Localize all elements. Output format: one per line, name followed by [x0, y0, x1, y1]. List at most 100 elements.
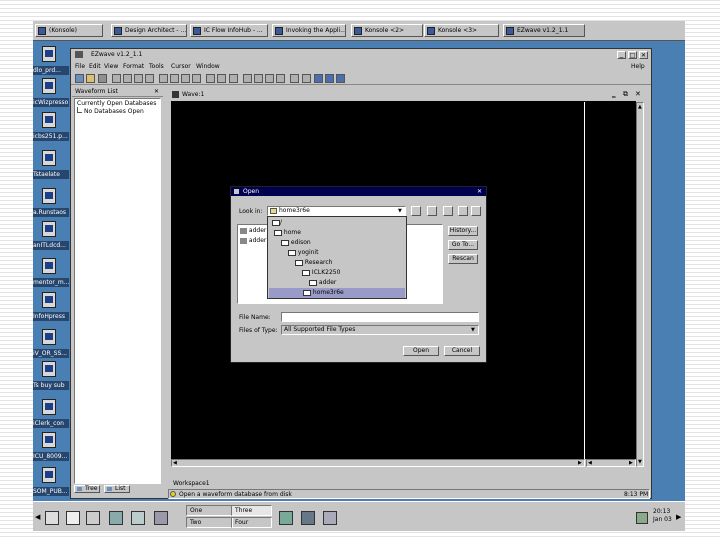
workspace-tab[interactable]: Workspace1 — [171, 480, 647, 488]
taskbar-item-invoking[interactable]: Invoking the Appli... — [272, 24, 346, 37]
copy-icon[interactable] — [123, 74, 132, 83]
file-item[interactable]: adder — [240, 237, 266, 244]
taskbar-item-konsole[interactable]: (Konsole) — [35, 24, 103, 37]
close-icon[interactable]: ✕ — [477, 187, 482, 196]
up-folder-icon[interactable] — [411, 206, 421, 216]
cancel-button[interactable]: Cancel — [444, 346, 480, 356]
look-in-select[interactable]: home3r6e ▼ — [267, 206, 406, 216]
tab-list[interactable]: List — [104, 485, 130, 493]
monitor-icon[interactable] — [109, 511, 123, 525]
cursor-horizontal-scrollbar[interactable]: ◀ ▶ — [586, 459, 636, 467]
zoom-in-icon[interactable] — [243, 74, 252, 83]
go-to-button[interactable]: Go To... — [448, 240, 478, 250]
desktop-icon[interactable]: InfoHpress — [33, 292, 69, 330]
wave-vertical-scrollbar[interactable]: ▲ ▼ — [636, 102, 644, 467]
chevron-down-icon[interactable]: ▼ — [398, 207, 402, 215]
wave-cursor-line[interactable] — [584, 102, 585, 459]
taskbar-item-design-architect[interactable]: Design Architect - ... — [111, 24, 187, 37]
scroll-right-icon[interactable]: ▶ — [629, 460, 633, 466]
desktop-icon[interactable]: ICU_8009... — [33, 432, 69, 470]
open-folder-icon[interactable] — [86, 74, 95, 83]
taskbar-item-ezwave[interactable]: EZwave v1.2_1.1 — [503, 24, 585, 37]
wave-horizontal-scrollbar[interactable]: ◀ ▶ — [171, 459, 585, 467]
network-icon[interactable] — [279, 511, 293, 525]
add-cursor-icon[interactable] — [206, 74, 215, 83]
grid-icon[interactable] — [290, 74, 299, 83]
close-icon[interactable]: ✕ — [639, 51, 648, 59]
menu-format[interactable]: Format — [123, 61, 144, 72]
desktop-icon[interactable]: icbs251.p... — [33, 112, 69, 150]
desktop-icon[interactable]: Tstaelate — [33, 150, 69, 188]
display-icon[interactable] — [154, 511, 168, 525]
history-button[interactable]: History... — [448, 226, 478, 236]
close-icon[interactable]: ✕ — [154, 86, 159, 97]
bus-icon[interactable] — [217, 74, 226, 83]
workspace-two[interactable]: Two — [186, 517, 233, 528]
desktop-icon[interactable]: Ts buy sub — [33, 361, 69, 399]
tile-icon[interactable] — [325, 74, 334, 83]
files-of-type-select[interactable]: All Supported File Types ▼ — [281, 325, 479, 335]
desktop-icon[interactable]: SOM_PUB... — [33, 467, 69, 505]
window-icon[interactable] — [314, 74, 323, 83]
menu-window[interactable]: Window — [196, 61, 220, 72]
dropdown-item[interactable]: home — [274, 229, 301, 236]
close-icon[interactable]: ✕ — [635, 90, 641, 99]
desktop-icon[interactable]: anITLdcd... — [33, 221, 69, 259]
scroll-left-icon[interactable]: ◀ — [588, 460, 592, 466]
scroll-down-icon[interactable]: ▼ — [638, 459, 642, 465]
open-button[interactable]: Open — [403, 346, 439, 356]
chevron-down-icon[interactable]: ▼ — [471, 326, 475, 334]
dialog-titlebar[interactable]: Open ✕ — [231, 187, 486, 196]
save-icon[interactable] — [98, 74, 107, 83]
minimize-icon[interactable]: ‗ — [612, 90, 616, 99]
zoom-out-icon[interactable] — [254, 74, 263, 83]
printer-icon[interactable] — [301, 511, 315, 525]
dropdown-item[interactable]: adder — [309, 279, 336, 286]
scroll-right-icon[interactable]: ▶ — [578, 460, 582, 466]
waveform-tree[interactable]: Currently Open Databases No Databases Op… — [74, 98, 161, 484]
dropdown-item[interactable]: / — [272, 219, 282, 226]
delete-icon[interactable] — [145, 74, 154, 83]
search-icon[interactable] — [131, 511, 145, 525]
redo-icon[interactable] — [170, 74, 179, 83]
restore-icon[interactable]: ⧉ — [623, 90, 628, 99]
print-icon[interactable] — [192, 74, 201, 83]
zoom-fit-icon[interactable] — [265, 74, 274, 83]
window-titlebar[interactable]: EZwave v1.2_1.1 _ □ ✕ — [71, 49, 651, 61]
minimize-icon[interactable]: _ — [617, 51, 626, 59]
menu-view[interactable]: View — [104, 61, 118, 72]
menu-edit[interactable]: Edit — [89, 61, 101, 72]
rescan-button[interactable]: Rescan — [448, 254, 478, 264]
dropdown-item-selected[interactable]: home3r6e — [269, 288, 405, 298]
file-item[interactable]: adder — [240, 227, 266, 234]
details-view-icon[interactable] — [471, 206, 481, 216]
workspace-one[interactable]: One — [186, 505, 233, 516]
cascade-icon[interactable] — [336, 74, 345, 83]
menu-file[interactable]: File — [75, 61, 85, 72]
scroll-up-icon[interactable]: ▲ — [638, 104, 642, 110]
paste-icon[interactable] — [134, 74, 143, 83]
chart-icon[interactable] — [302, 74, 311, 83]
home-icon[interactable] — [66, 511, 80, 525]
app-menu-icon[interactable] — [75, 51, 83, 58]
workspace-three[interactable]: Three — [231, 505, 272, 516]
tree-root[interactable]: Currently Open Databases — [77, 100, 156, 107]
settings-icon[interactable] — [323, 511, 337, 525]
dropdown-item[interactable]: ICLK2250 — [302, 269, 340, 276]
home-icon[interactable] — [427, 206, 437, 216]
list-view-icon[interactable] — [458, 206, 468, 216]
menu-tools[interactable]: Tools — [149, 61, 164, 72]
tab-tree[interactable]: Tree — [74, 485, 100, 493]
dropdown-item[interactable]: yoginit — [288, 249, 318, 256]
gear-icon[interactable] — [45, 511, 59, 525]
new-icon[interactable] — [75, 74, 84, 83]
workspace-four[interactable]: Four — [231, 517, 272, 528]
scroll-left-icon[interactable]: ◀ — [173, 460, 177, 466]
undo-icon[interactable] — [159, 74, 168, 83]
zoom-area-icon[interactable] — [276, 74, 285, 83]
dropdown-item[interactable]: Research — [295, 259, 332, 266]
desktop-icon[interactable]: icWizpresso — [33, 78, 69, 116]
tree-child[interactable]: No Databases Open — [84, 108, 144, 115]
panel-arrow-icon[interactable]: ◀ — [35, 513, 40, 521]
dropdown-item[interactable]: edison — [281, 239, 311, 246]
